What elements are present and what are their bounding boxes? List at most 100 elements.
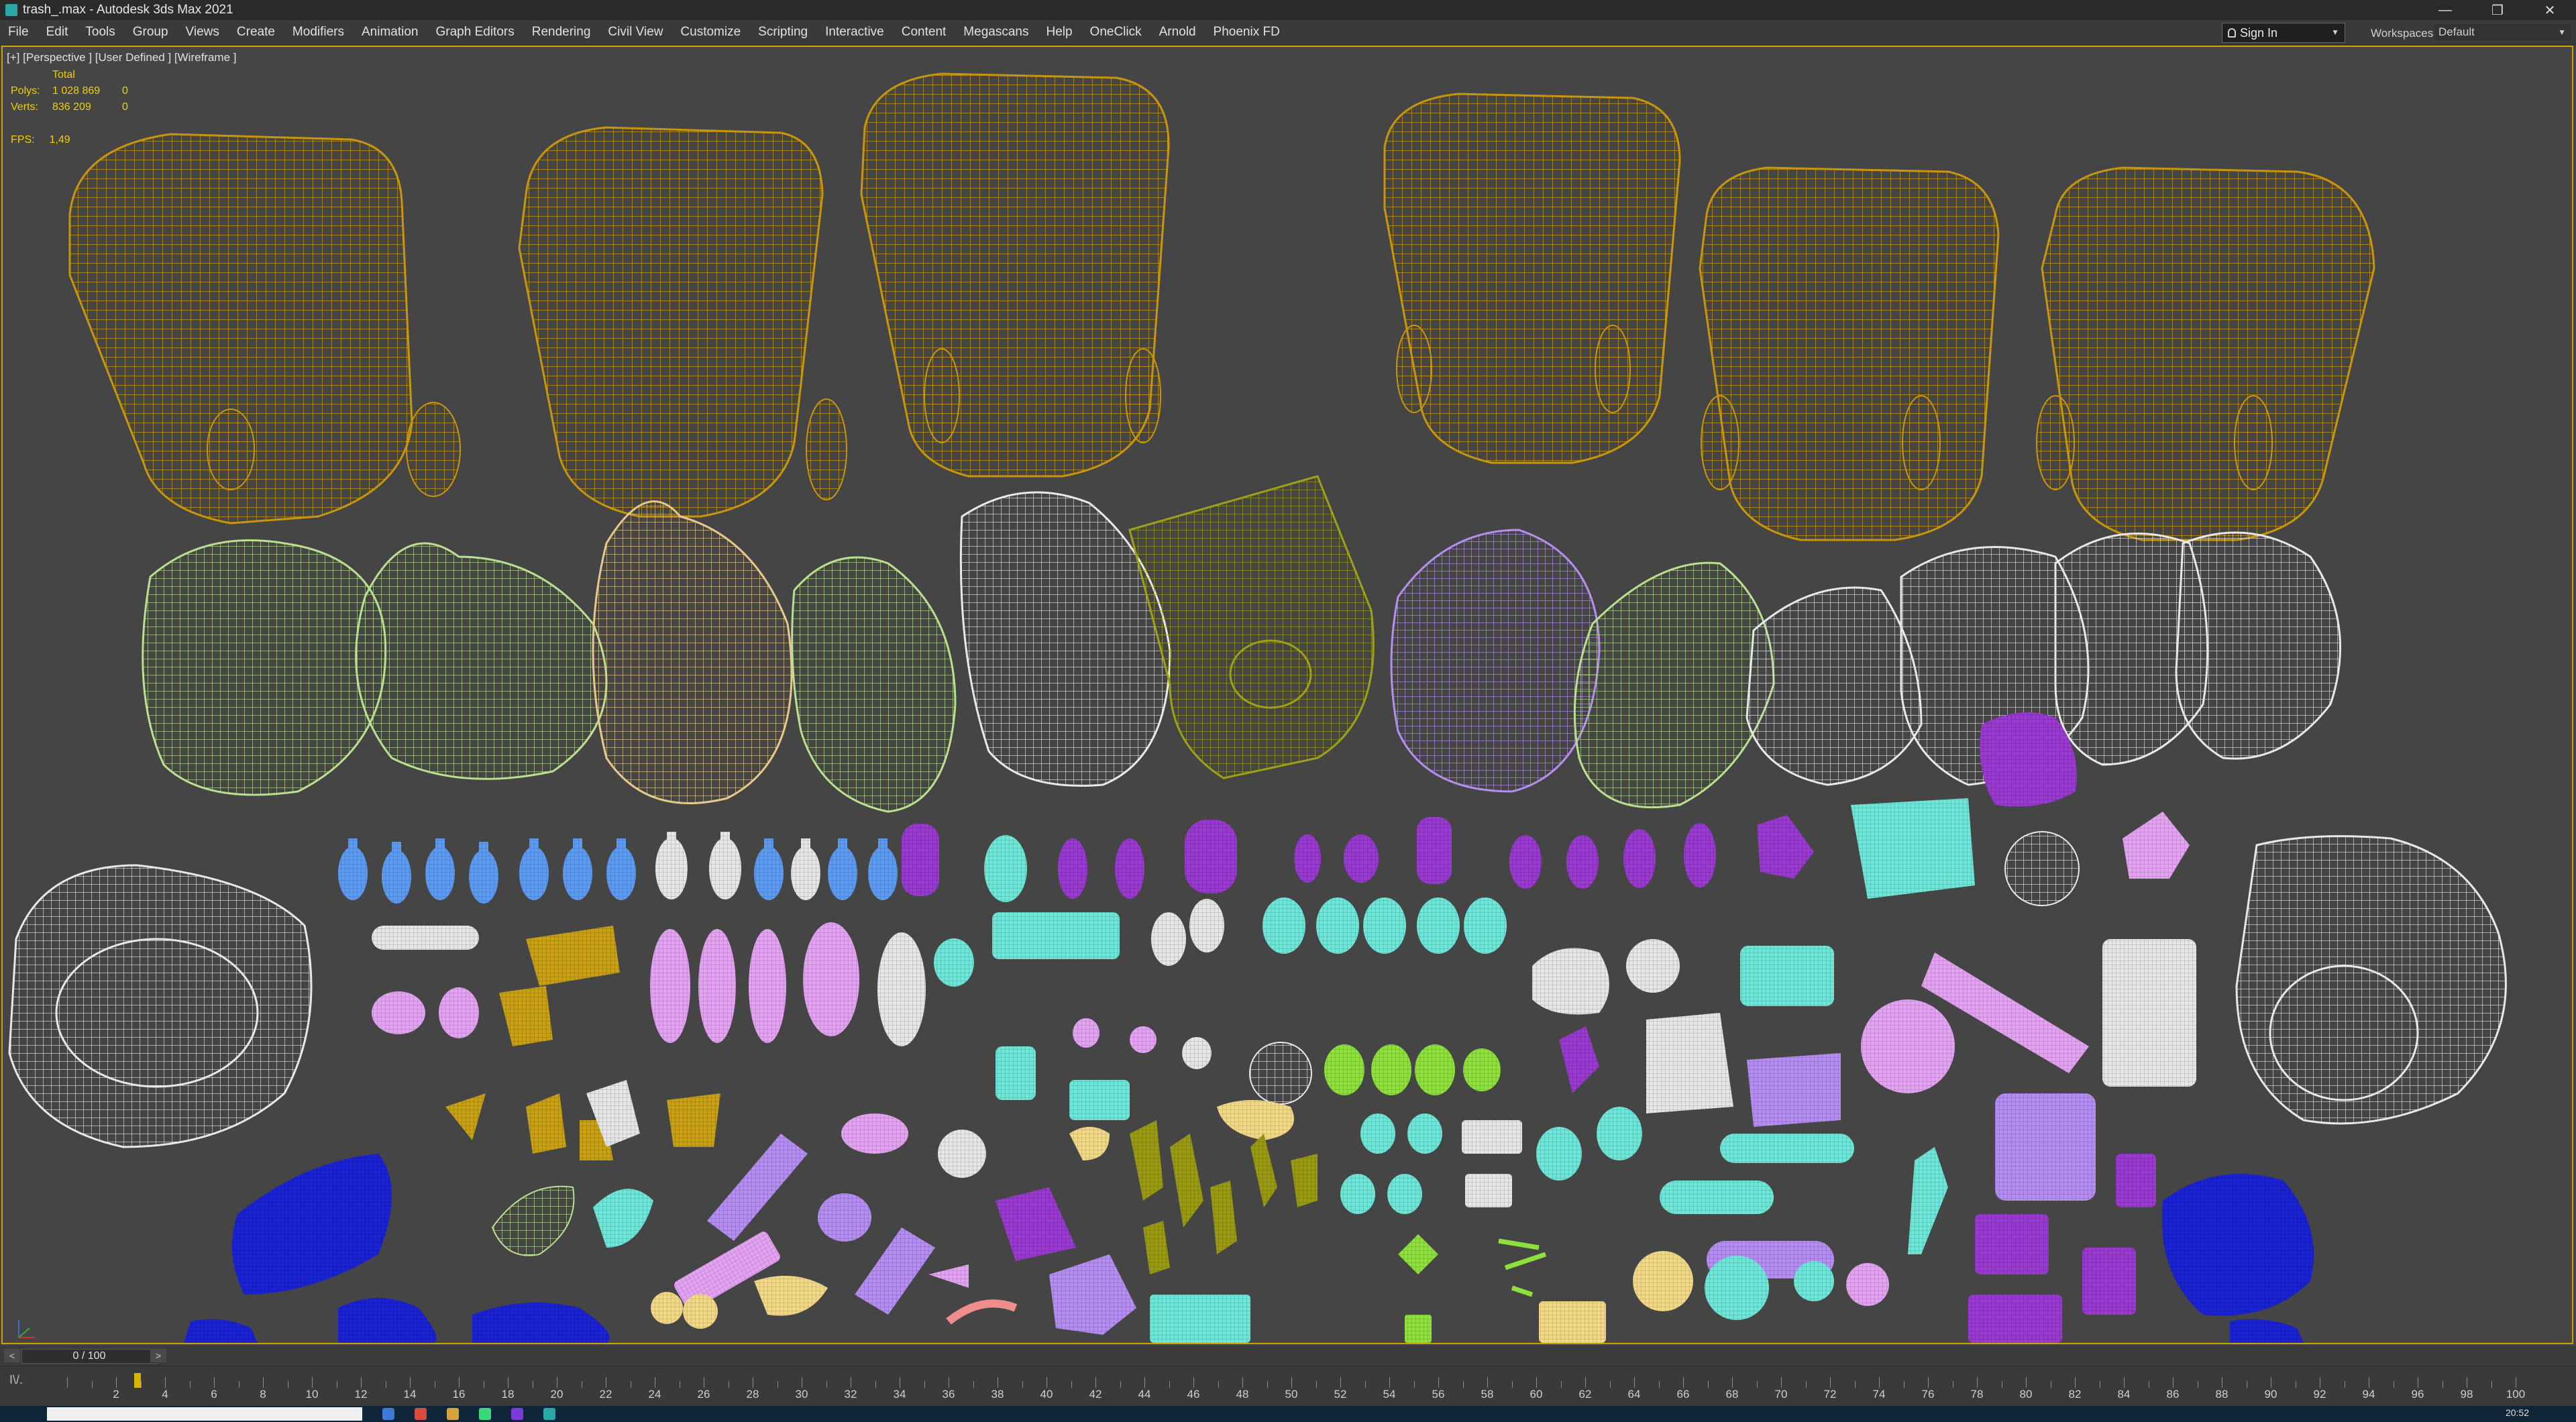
wheelie-bin[interactable] [860, 72, 1170, 478]
menu-rendering[interactable]: Rendering [524, 25, 600, 40]
green-cans[interactable] [1324, 1044, 1501, 1095]
viewport-label[interactable]: [+] [Perspective ] [User Defined ] [Wire… [7, 51, 236, 64]
white-bag[interactable] [1746, 586, 1923, 786]
violet-bottle[interactable] [1566, 835, 1599, 889]
purple-bag[interactable] [1390, 529, 1601, 793]
white-bucket[interactable] [2235, 835, 2507, 1125]
menu-megascans[interactable]: Megascans [955, 25, 1038, 40]
wheelie-bin[interactable] [1699, 166, 2000, 541]
yellow-ball[interactable] [1633, 1251, 1693, 1311]
dark-blue-bag[interactable] [338, 1298, 437, 1343]
violet-bottle[interactable] [1058, 838, 1087, 899]
bottles-row[interactable] [338, 798, 2190, 906]
cyan-bottle[interactable] [593, 1189, 653, 1248]
green-bag[interactable] [791, 556, 957, 813]
cyan-cup[interactable] [1536, 1127, 1582, 1181]
white-bottle[interactable] [709, 832, 741, 899]
white-bag-tall[interactable] [2102, 939, 2196, 1087]
green-bottle[interactable] [491, 1185, 575, 1256]
menu-phoenix-fd[interactable]: Phoenix FD [1205, 25, 1289, 40]
lavender-ball[interactable] [818, 1193, 871, 1242]
violet-bag-square[interactable] [1995, 1093, 2096, 1201]
lavender-bag[interactable] [1049, 1254, 1136, 1335]
white-crumple[interactable] [1626, 939, 1680, 993]
blue-bottle[interactable] [606, 838, 636, 900]
pink-tube[interactable] [841, 1113, 908, 1154]
blue-bottle[interactable] [519, 838, 549, 900]
pink-bottle[interactable] [698, 929, 736, 1043]
taskbar-app-icon[interactable] [447, 1408, 459, 1420]
cyan-ball[interactable] [1794, 1261, 1834, 1301]
mustard-pieces[interactable] [445, 1093, 613, 1160]
white-ball[interactable] [1249, 1042, 1312, 1105]
lavender-bottle[interactable] [855, 1227, 935, 1315]
dark-blue-bag[interactable] [232, 1154, 392, 1295]
violet-bottle[interactable] [1684, 823, 1716, 887]
cyan-cup[interactable] [996, 1046, 1036, 1100]
workspace-select[interactable]: Default ▼ [2434, 23, 2572, 42]
white-bowl[interactable] [2004, 831, 2080, 906]
wheelie-bin[interactable] [2036, 166, 2375, 541]
violet-can[interactable] [1185, 820, 1237, 893]
menu-civil-view[interactable]: Civil View [600, 25, 672, 40]
pink-bag[interactable] [2123, 812, 2190, 879]
yellow-pieces[interactable] [754, 1276, 828, 1316]
white-box[interactable] [1465, 1174, 1512, 1207]
time-slider-thumb[interactable]: 0 / 100 [21, 1349, 157, 1364]
violet-bag[interactable] [1757, 815, 1814, 879]
violet-can[interactable] [1417, 817, 1452, 884]
time-slider[interactable]: < 0 / 100 > [0, 1346, 2576, 1366]
blue-bottle[interactable] [868, 838, 898, 900]
cyan-ball[interactable] [1705, 1256, 1769, 1320]
salmon-worm[interactable] [946, 1299, 1018, 1325]
frame-ruler[interactable]: 2 4 6 8 10 12 14 16 18 20 22 24 26 28 30 32 34 36 38 40 42 44… [67, 1366, 2525, 1407]
pink-bottle[interactable] [650, 929, 690, 1043]
pink-cup[interactable] [372, 991, 425, 1034]
menu-animation[interactable]: Animation [354, 25, 428, 40]
green-sticks[interactable] [1498, 1238, 1547, 1297]
cyan-tool[interactable] [1908, 1147, 1948, 1254]
white-bag[interactable] [1646, 1013, 1733, 1113]
pink-candy[interactable] [928, 1264, 969, 1288]
cyan-tins[interactable] [1340, 1113, 1442, 1214]
menu-tools[interactable]: Tools [77, 25, 124, 40]
menu-file[interactable]: File [0, 25, 38, 40]
cyan-bottle[interactable] [984, 835, 1027, 902]
white-bottle[interactable] [877, 932, 926, 1046]
yellow-box[interactable] [1539, 1301, 1606, 1343]
dark-blue-bag[interactable] [2161, 1174, 2314, 1316]
white-bag-small[interactable] [1532, 948, 1609, 1015]
mustard-cup[interactable] [667, 1093, 720, 1147]
cyan-bottle-lying[interactable] [1660, 1181, 1774, 1214]
white-box[interactable] [1462, 1120, 1522, 1154]
wireframe-scene[interactable] [3, 47, 2572, 1343]
violet-square[interactable] [996, 1187, 1076, 1261]
perspective-viewport[interactable]: [+] [Perspective ] [User Defined ] [Wire… [1, 46, 2573, 1344]
violet-bottle[interactable] [1623, 829, 1656, 888]
white-bottle[interactable] [791, 838, 820, 900]
sign-in-dropdown[interactable]: Sign In ▼ [2222, 23, 2345, 43]
wheelie-bins[interactable] [68, 72, 2375, 541]
green-bag[interactable] [142, 539, 387, 796]
violet-bottle[interactable] [1294, 834, 1321, 883]
wheelie-bin[interactable] [1383, 93, 1681, 464]
blue-bottle[interactable] [382, 842, 411, 904]
menu-arnold[interactable]: Arnold [1151, 25, 1205, 40]
white-bottle[interactable] [655, 832, 688, 899]
taskbar-app-icon[interactable] [543, 1408, 555, 1420]
cyan-cup[interactable] [1597, 1107, 1642, 1160]
tan-bag[interactable] [592, 500, 793, 804]
violet-bag-bottom[interactable] [1968, 1295, 2062, 1343]
menu-scripting[interactable]: Scripting [750, 25, 817, 40]
trash-bags[interactable] [142, 475, 2342, 813]
menu-edit[interactable]: Edit [38, 25, 78, 40]
taskbar-app-icon[interactable] [479, 1408, 491, 1420]
menu-interactive[interactable]: Interactive [817, 25, 894, 40]
menu-oneclick[interactable]: OneClick [1082, 25, 1151, 40]
menu-graph-editors[interactable]: Graph Editors [428, 25, 524, 40]
current-frame-marker[interactable] [134, 1373, 141, 1388]
pink-bottle[interactable] [803, 922, 859, 1036]
violet-can[interactable] [902, 824, 939, 896]
violet-bottle[interactable] [1115, 838, 1144, 899]
dark-blue-bag[interactable] [472, 1303, 610, 1343]
